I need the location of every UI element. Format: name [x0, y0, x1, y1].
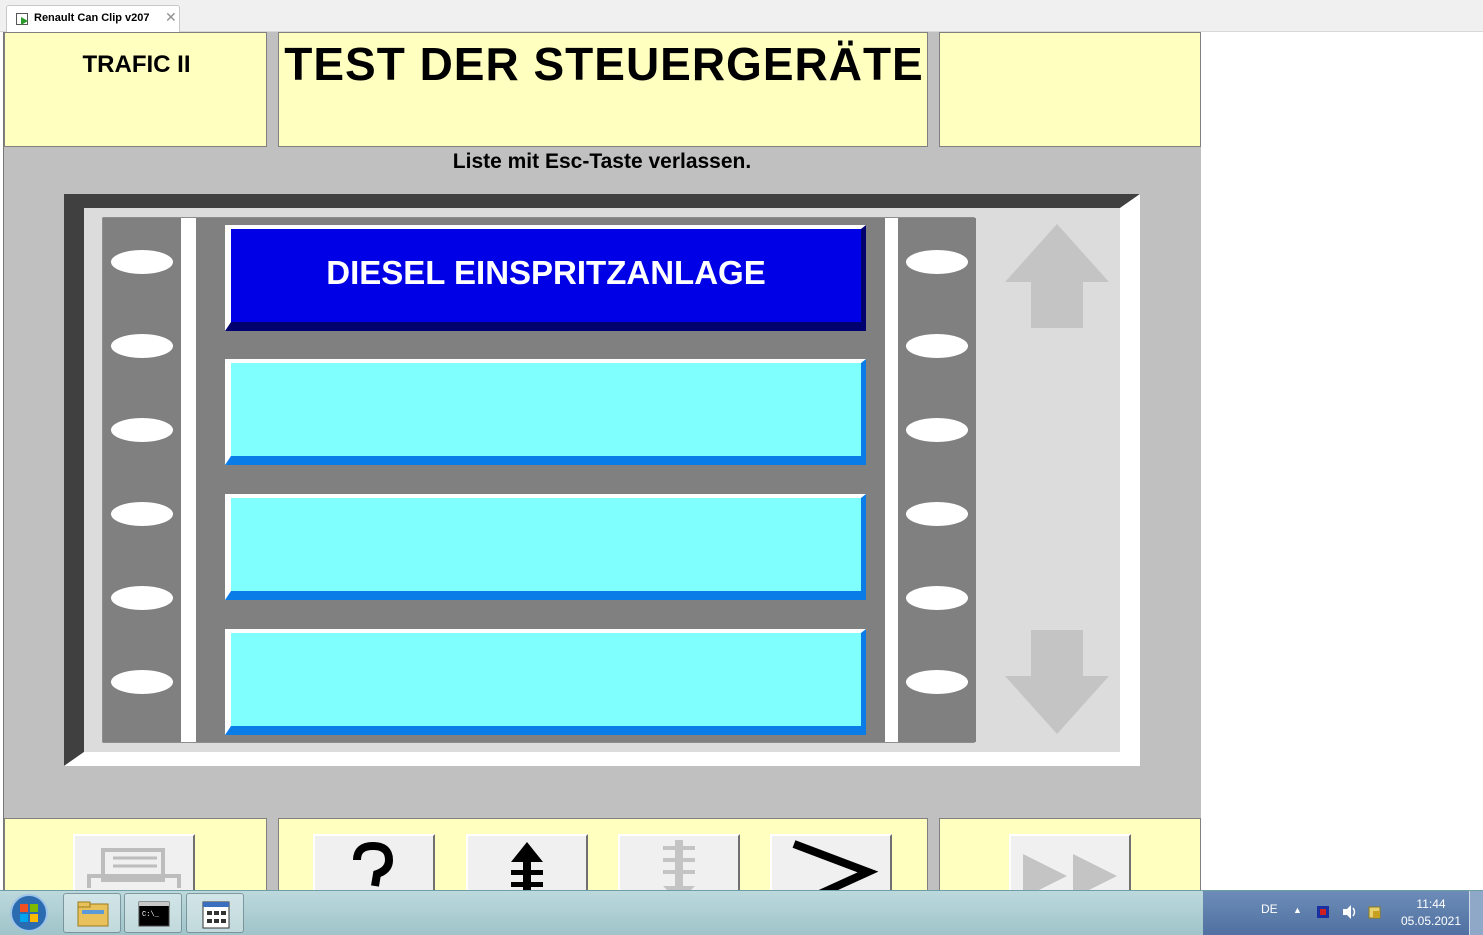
- list-item[interactable]: [225, 629, 866, 735]
- show-desktop-button[interactable]: [1469, 891, 1483, 935]
- language-indicator[interactable]: DE: [1261, 902, 1278, 916]
- list-item[interactable]: DIESEL EINSPRITZANLAGE: [225, 225, 866, 331]
- perforation-hole: [906, 418, 968, 442]
- perforation-hole: [111, 586, 173, 610]
- taskbar-control-panel[interactable]: [186, 893, 244, 933]
- instruction-text: Liste mit Esc-Taste verlassen.: [452, 150, 752, 173]
- taskbar: C:\_ DE ▲ 11:44 05.05.2021: [0, 890, 1483, 935]
- perforation-hole: [111, 502, 173, 526]
- page-title: TEST DER STEUERGERÄTE: [284, 38, 924, 90]
- empty-background: [1201, 32, 1483, 890]
- help-icon: [353, 841, 394, 887]
- list-item-label: DIESEL EINSPRITZANLAGE: [326, 254, 766, 291]
- list-divider: [181, 218, 196, 742]
- app-tab[interactable]: Renault Can Clip v207 ✕: [6, 5, 180, 32]
- page-down-icon: [663, 840, 695, 890]
- print-button[interactable]: [73, 834, 195, 890]
- page-up-button[interactable]: [466, 834, 588, 890]
- title-panel: TEST DER STEUERGERÄTE: [278, 32, 928, 147]
- system-tray: DE ▲ 11:44 05.05.2021: [1203, 891, 1483, 935]
- perforation-hole: [111, 418, 173, 442]
- perforation-hole: [906, 250, 968, 274]
- show-hidden-icons-icon[interactable]: ▲: [1293, 905, 1302, 915]
- clock-time[interactable]: 11:44: [1403, 897, 1459, 911]
- next-button[interactable]: [770, 834, 892, 890]
- vehicle-panel: TRAFIC II: [4, 32, 267, 147]
- page-down-button[interactable]: [618, 834, 740, 890]
- diagnostic-app: TRAFIC II TEST DER STEUERGERÄTE Liste mi…: [4, 32, 1201, 890]
- start-button-icon[interactable]: [6, 893, 52, 933]
- tab-title: Renault Can Clip v207: [34, 12, 150, 24]
- help-button[interactable]: [313, 834, 435, 890]
- app-window-icon: [16, 13, 28, 25]
- fast-forward-icon: [1023, 854, 1117, 890]
- svg-text:C:\_: C:\_: [142, 911, 160, 919]
- perforation-hole: [906, 586, 968, 610]
- close-tab-icon[interactable]: ✕: [165, 9, 177, 26]
- taskbar-command-prompt[interactable]: C:\_: [124, 893, 182, 933]
- vehicle-name: TRAFIC II: [82, 51, 191, 78]
- perforation-hole: [906, 334, 968, 358]
- volume-icon[interactable]: [1341, 904, 1359, 920]
- control-panel-icon: [202, 901, 230, 929]
- perforation-hole: [111, 670, 173, 694]
- printer-icon: [87, 848, 181, 888]
- next-icon: [792, 840, 879, 890]
- list-item[interactable]: [225, 494, 866, 600]
- command-prompt-icon: C:\_: [138, 901, 170, 927]
- ecu-list-frame: DIESEL EINSPRITZANLAGE: [64, 194, 1140, 766]
- perforation-hole: [906, 670, 968, 694]
- action-center-icon[interactable]: [1367, 904, 1383, 920]
- list-divider: [885, 218, 898, 742]
- taskbar-explorer[interactable]: [63, 893, 121, 933]
- fast-forward-button[interactable]: [1009, 834, 1131, 890]
- clock-date[interactable]: 05.05.2021: [1393, 914, 1469, 928]
- perforation-hole: [906, 502, 968, 526]
- explorer-icon: [77, 901, 109, 927]
- perforation-hole: [111, 334, 173, 358]
- right-perforation-strip: [898, 218, 976, 742]
- page-up-icon: [511, 842, 543, 890]
- perforation-hole: [111, 250, 173, 274]
- info-panel: [939, 32, 1201, 147]
- left-perforation-strip: [103, 218, 181, 742]
- scroll-up-arrow-icon[interactable]: [1005, 224, 1109, 328]
- scroll-down-arrow-icon[interactable]: [1005, 630, 1109, 734]
- tab-strip: Renault Can Clip v207 ✕: [0, 0, 1483, 32]
- list-item[interactable]: [225, 359, 866, 465]
- network-icon[interactable]: [1315, 904, 1331, 920]
